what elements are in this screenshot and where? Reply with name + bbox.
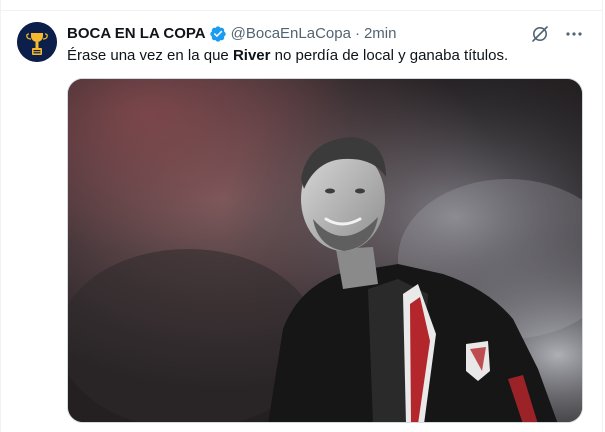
trophy-icon xyxy=(17,22,57,62)
verified-badge-icon xyxy=(209,25,227,43)
avatar[interactable] xyxy=(17,22,57,62)
tweet-header: BOCA EN LA COPA @BocaEnLaCopa · 2min xyxy=(67,24,396,44)
tweet-text-part: Érase una vez en la que xyxy=(67,47,233,64)
separator-dot: · xyxy=(354,25,360,42)
tweet-media-photo[interactable] xyxy=(67,78,583,423)
tweet-actions-top xyxy=(530,24,584,44)
grok-icon[interactable] xyxy=(530,24,550,44)
tweet-timestamp[interactable]: 2min xyxy=(364,24,397,44)
author-handle[interactable]: @BocaEnLaCopa xyxy=(231,24,351,44)
tweet-card[interactable]: BOCA EN LA COPA @BocaEnLaCopa · 2min Éra xyxy=(0,0,603,432)
author-display-name[interactable]: BOCA EN LA COPA xyxy=(67,24,206,44)
tweet-text: Érase una vez en la que River no perdía … xyxy=(67,46,587,66)
photo-image xyxy=(68,79,582,422)
tweet-text-part: no perdía de local y ganaba títulos. xyxy=(270,47,509,64)
top-divider xyxy=(1,0,602,11)
tweet-text-bold: River xyxy=(232,47,271,64)
more-options-icon[interactable] xyxy=(564,24,584,44)
